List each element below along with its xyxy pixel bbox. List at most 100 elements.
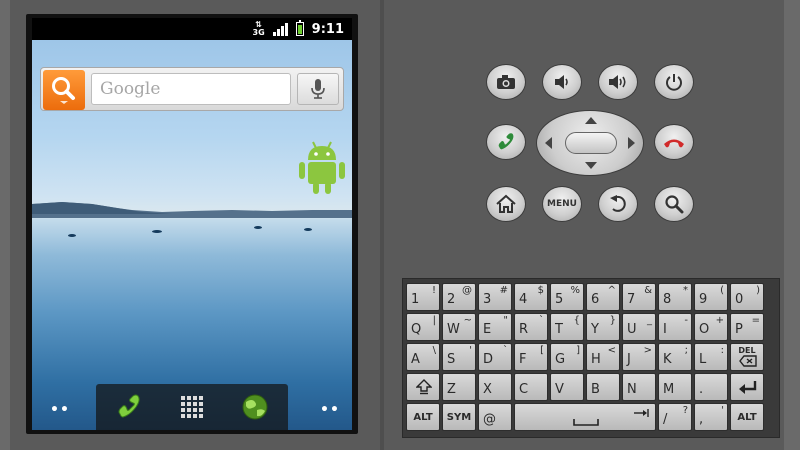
key-c[interactable]: C bbox=[514, 373, 548, 401]
key-label: 1 bbox=[411, 292, 420, 307]
key-a[interactable]: A \ bbox=[406, 343, 440, 371]
key-period[interactable]: . bbox=[694, 373, 728, 401]
enter-icon bbox=[739, 381, 757, 394]
key-label: W bbox=[447, 322, 460, 337]
enter-key[interactable] bbox=[730, 373, 764, 401]
key-label: A bbox=[411, 352, 420, 367]
key-6[interactable]: 6 ^ bbox=[586, 283, 620, 311]
voice-search-button[interactable] bbox=[297, 73, 339, 105]
key-label: 0 bbox=[735, 292, 744, 307]
key-label: H bbox=[591, 352, 601, 367]
network-label: 3G bbox=[252, 28, 265, 37]
key-at[interactable]: @ bbox=[478, 403, 512, 431]
page-indicator-left[interactable]: •• bbox=[50, 402, 70, 418]
key-b[interactable]: B bbox=[586, 373, 620, 401]
key-1[interactable]: 1! bbox=[406, 283, 440, 311]
key-alt-label: ) bbox=[756, 285, 760, 296]
key-label: D bbox=[483, 352, 494, 367]
status-bar: ⇅ 3G 9:11 bbox=[32, 18, 352, 40]
menu-button[interactable]: MENU bbox=[542, 186, 582, 222]
key-y[interactable]: Y} bbox=[586, 313, 620, 341]
key-alt-label: ` bbox=[503, 345, 508, 356]
key-alt-label: ] bbox=[576, 345, 580, 356]
dpad-center-button[interactable] bbox=[565, 132, 617, 154]
key-alt-label: + bbox=[715, 315, 724, 326]
key-label: , bbox=[699, 412, 704, 427]
android-icon[interactable] bbox=[296, 138, 348, 196]
key-7[interactable]: 7 & bbox=[622, 283, 656, 311]
key-label: M bbox=[663, 382, 675, 397]
key-4[interactable]: 4 $ bbox=[514, 283, 548, 311]
key-m[interactable]: M bbox=[658, 373, 692, 401]
shift-key[interactable] bbox=[406, 373, 440, 401]
phone-icon[interactable] bbox=[114, 392, 144, 422]
key-label: J bbox=[627, 352, 631, 367]
key-slash[interactable]: /? bbox=[658, 403, 692, 431]
key-alt-label: ! bbox=[431, 285, 436, 296]
dpad-up-icon[interactable] bbox=[585, 117, 597, 124]
dpad-down-icon[interactable] bbox=[585, 162, 597, 169]
key-0[interactable]: 0) bbox=[730, 283, 764, 311]
alt-key-left[interactable]: ALT bbox=[406, 403, 440, 431]
page-indicator-right[interactable]: •• bbox=[320, 402, 340, 418]
key-2[interactable]: 2 @ bbox=[442, 283, 476, 311]
key-w[interactable]: W ~ bbox=[442, 313, 476, 341]
key-s[interactable]: S ' bbox=[442, 343, 476, 371]
space-key[interactable] bbox=[514, 403, 656, 431]
key-q[interactable]: Q | bbox=[406, 313, 440, 341]
search-button[interactable] bbox=[43, 70, 85, 110]
key-p[interactable]: P = bbox=[730, 313, 764, 341]
back-button[interactable] bbox=[598, 186, 638, 222]
key-k[interactable]: K; bbox=[658, 343, 692, 371]
key-alt-label: ' bbox=[469, 345, 472, 356]
key-label: 4 bbox=[519, 292, 528, 307]
key-label: 3 bbox=[483, 292, 492, 307]
key-u[interactable]: U _ bbox=[622, 313, 656, 341]
end-call-button[interactable] bbox=[654, 124, 694, 160]
alt-key-right[interactable]: ALT bbox=[730, 403, 764, 431]
key-5[interactable]: 5% bbox=[550, 283, 584, 311]
key-n[interactable]: N bbox=[622, 373, 656, 401]
dpad-left-icon[interactable] bbox=[545, 137, 552, 149]
key-t[interactable]: T{ bbox=[550, 313, 584, 341]
key-label: Q bbox=[411, 322, 422, 337]
search-input[interactable]: Google bbox=[91, 73, 291, 105]
dpad[interactable] bbox=[536, 110, 644, 176]
key-9[interactable]: 9( bbox=[694, 283, 728, 311]
key-h[interactable]: H < bbox=[586, 343, 620, 371]
browser-globe-icon[interactable] bbox=[240, 392, 270, 422]
search-key-button[interactable] bbox=[654, 186, 694, 222]
key-d[interactable]: D ` bbox=[478, 343, 512, 371]
volume-down-button[interactable] bbox=[542, 64, 582, 100]
key-l[interactable]: L: bbox=[694, 343, 728, 371]
home-screen[interactable]: Google •• •• bbox=[32, 40, 352, 430]
key-3[interactable]: 3 # bbox=[478, 283, 512, 311]
call-button[interactable] bbox=[486, 124, 526, 160]
volume-up-button[interactable] bbox=[598, 64, 638, 100]
home-button[interactable] bbox=[486, 186, 526, 222]
key-i[interactable]: I- bbox=[658, 313, 692, 341]
dpad-right-icon[interactable] bbox=[628, 137, 635, 149]
key-o[interactable]: O + bbox=[694, 313, 728, 341]
key-comma[interactable]: , ' bbox=[694, 403, 728, 431]
camera-button[interactable] bbox=[486, 64, 526, 100]
key-z[interactable]: Z bbox=[442, 373, 476, 401]
sym-key[interactable]: SYM bbox=[442, 403, 476, 431]
key-label: K bbox=[663, 352, 672, 367]
key-v[interactable]: V bbox=[550, 373, 584, 401]
delete-key[interactable]: DEL bbox=[730, 343, 764, 371]
microphone-icon bbox=[311, 79, 325, 99]
key-f[interactable]: F[ bbox=[514, 343, 548, 371]
key-label: 8 bbox=[663, 292, 672, 307]
key-r[interactable]: R ` bbox=[514, 313, 548, 341]
emulator-edge-right bbox=[784, 0, 800, 450]
key-8[interactable]: 8 * bbox=[658, 283, 692, 311]
apps-grid-icon[interactable] bbox=[180, 396, 203, 418]
key-label: F bbox=[519, 352, 527, 367]
key-g[interactable]: G] bbox=[550, 343, 584, 371]
key-x[interactable]: X bbox=[478, 373, 512, 401]
key-e[interactable]: E " bbox=[478, 313, 512, 341]
power-button[interactable] bbox=[654, 64, 694, 100]
key-j[interactable]: J > bbox=[622, 343, 656, 371]
emulator-edge-left bbox=[0, 0, 10, 450]
